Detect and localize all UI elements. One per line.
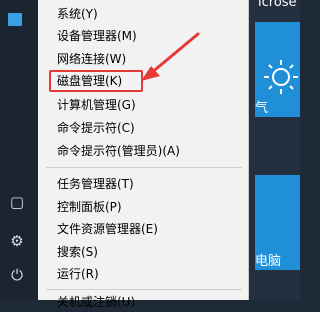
menu-item-task-manager[interactable]: 任务管理器(T) [57,174,134,194]
start-left-strip: ▢ ⚙ ⏻ [0,0,38,300]
highlight-box [49,70,143,92]
app-icon[interactable] [8,13,22,26]
menu-item-shutdown-signout[interactable]: 关机或注销(U) [57,292,135,312]
tile-top-label: icrose [258,0,297,10]
menu-item-command-prompt-admin[interactable]: 命令提示符(管理员)(A) [57,141,180,161]
menu-item-search[interactable]: 搜索(S) [57,242,98,262]
menu-divider [46,289,242,290]
weather-tile-label: 气 [255,101,269,116]
menu-item-computer-management[interactable]: 计算机管理(G) [57,95,136,115]
menu-item-device-manager[interactable]: 设备管理器(M) [57,26,137,46]
context-menu: 系统(Y) 设备管理器(M) 网络连接(W) 磁盘管理(K) 计算机管理(G) … [38,0,249,309]
menu-divider [46,167,242,168]
power-icon[interactable]: ⏻ [8,266,26,284]
menu-item-run[interactable]: 运行(R) [57,264,99,284]
menu-item-control-panel[interactable]: 控制面板(P) [57,197,122,217]
menu-item-file-explorer[interactable]: 文件资源管理器(E) [57,219,158,239]
menu-item-network-connections[interactable]: 网络连接(W) [57,49,126,69]
this-pc-tile-label: 电脑 [255,254,282,269]
settings-icon[interactable]: ⚙ [8,232,26,250]
menu-item-command-prompt[interactable]: 命令提示符(C) [57,118,135,138]
menu-item-system[interactable]: 系统(Y) [57,4,98,24]
document-icon[interactable]: ▢ [8,193,26,211]
